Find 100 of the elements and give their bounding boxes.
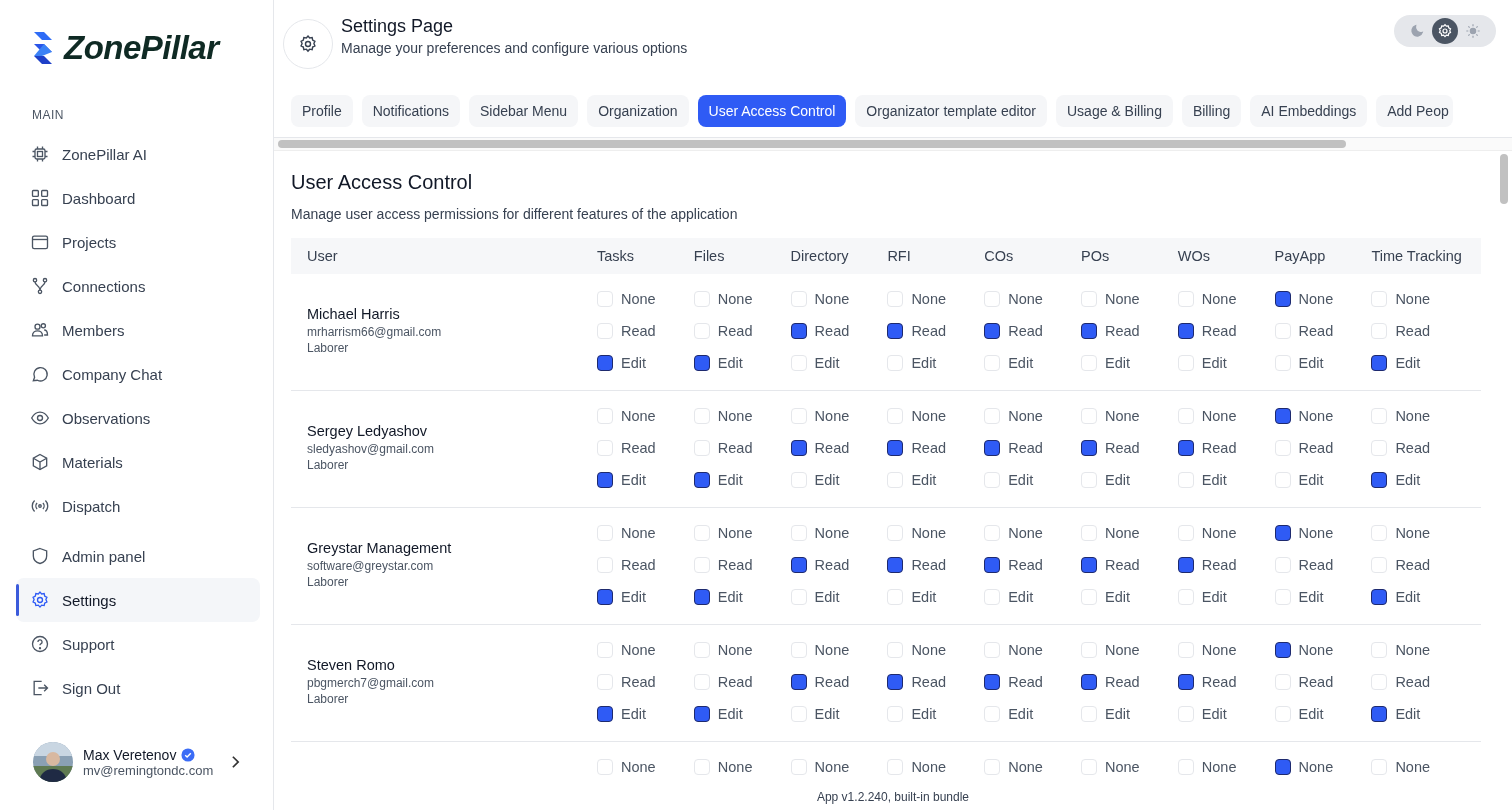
checkbox[interactable] <box>1371 706 1388 722</box>
checkbox[interactable] <box>1081 440 1097 456</box>
chip-icon <box>30 144 50 164</box>
checkbox[interactable] <box>693 706 710 722</box>
option-label: Edit <box>621 472 646 488</box>
column-header: RFI <box>887 248 912 264</box>
checkbox[interactable] <box>693 472 710 488</box>
checkbox[interactable] <box>1371 472 1388 488</box>
tab[interactable]: Sidebar Menu <box>468 95 579 127</box>
option-label: None <box>1105 642 1140 658</box>
option-label: None <box>1298 525 1334 541</box>
checkbox[interactable] <box>1274 291 1291 307</box>
tab[interactable]: Usage & Billing <box>1056 95 1173 127</box>
nav-item[interactable]: Settings <box>16 578 260 622</box>
option-label: Read <box>814 440 850 456</box>
checkbox[interactable] <box>1371 589 1388 605</box>
checkbox[interactable] <box>887 323 904 339</box>
nav-item[interactable]: Observations <box>16 396 260 440</box>
checkbox[interactable] <box>1081 323 1097 339</box>
checkbox[interactable] <box>1274 759 1291 775</box>
nav-item[interactable]: Company Chat <box>16 352 260 396</box>
tab[interactable]: Profile <box>291 95 353 127</box>
user-name: Max Veretenov <box>83 746 177 763</box>
checkbox[interactable] <box>984 440 1001 456</box>
option-label: None <box>1008 291 1043 307</box>
option-label: Read <box>1201 557 1237 573</box>
option-label: Edit <box>1105 706 1130 722</box>
checkbox[interactable] <box>887 674 904 690</box>
checkbox[interactable] <box>597 472 613 488</box>
grid-icon <box>30 188 50 208</box>
settings-mode-button[interactable] <box>1432 18 1458 44</box>
option-label: Read <box>1201 323 1237 339</box>
checkbox[interactable] <box>1081 674 1097 690</box>
scrollbar-thumb[interactable] <box>278 140 1346 148</box>
checkbox[interactable] <box>1274 642 1291 658</box>
checkbox[interactable] <box>1371 355 1388 371</box>
checkbox[interactable] <box>790 674 807 690</box>
checkbox[interactable] <box>1177 674 1194 690</box>
nav-item[interactable]: Support <box>16 622 260 666</box>
tab[interactable]: Organization <box>587 95 689 127</box>
option-label: None <box>717 291 753 307</box>
checkbox[interactable] <box>887 440 904 456</box>
user-email: mv@remingtondc.com <box>83 762 215 778</box>
checkbox[interactable] <box>597 355 613 371</box>
checkbox[interactable] <box>1177 440 1194 456</box>
nav-item[interactable]: Connections <box>16 264 260 308</box>
option-label: Edit <box>621 706 646 722</box>
nav-item[interactable]: Dashboard <box>16 176 260 220</box>
checkbox[interactable] <box>693 589 710 605</box>
nav-item[interactable]: Members <box>16 308 260 352</box>
checkbox[interactable] <box>1274 525 1291 541</box>
option-label: Read <box>911 557 947 573</box>
checkbox[interactable] <box>1274 408 1291 424</box>
column-header: PayApp <box>1274 248 1327 264</box>
checkbox[interactable] <box>1177 557 1194 573</box>
checkbox[interactable] <box>984 674 1001 690</box>
option-label: None <box>1201 291 1237 307</box>
checkbox[interactable] <box>1081 557 1097 573</box>
option-label: Edit <box>1395 589 1421 605</box>
tab[interactable]: Organizator template editor <box>855 95 1047 127</box>
option-label: Read <box>1008 440 1043 456</box>
checkbox[interactable] <box>1177 323 1194 339</box>
checkbox[interactable] <box>597 589 613 605</box>
option-label: None <box>717 759 753 775</box>
tab[interactable]: Notifications <box>361 95 460 127</box>
option-label: Edit <box>1201 706 1227 722</box>
user-name: Michael Harris <box>307 306 401 322</box>
option-label: Edit <box>814 355 840 371</box>
scrollbar-thumb[interactable] <box>1500 154 1508 204</box>
nav-item[interactable]: Admin panel <box>16 534 260 578</box>
option-label: Read <box>911 674 947 690</box>
checkbox[interactable] <box>984 323 1001 339</box>
nav-item[interactable]: ZonePillar AI <box>16 132 260 176</box>
checkbox[interactable] <box>984 557 1001 573</box>
checkbox[interactable] <box>790 557 807 573</box>
option-label: None <box>1395 525 1431 541</box>
option-label: None <box>1201 759 1237 775</box>
nav-item[interactable]: Dispatch <box>16 484 260 528</box>
option-label: Edit <box>1008 589 1034 605</box>
tab[interactable]: Add Peop <box>1376 95 1453 127</box>
settings-icon <box>283 19 333 69</box>
checkbox[interactable] <box>887 557 904 573</box>
column-header: Directory <box>790 248 850 264</box>
checkbox[interactable] <box>597 706 613 722</box>
user-email: sledyashov@gmail.com <box>307 441 435 457</box>
nav-item[interactable]: Materials <box>16 440 260 484</box>
checkbox[interactable] <box>790 323 807 339</box>
option-label: None <box>621 408 656 424</box>
option-label: Read <box>911 323 947 339</box>
tab[interactable]: Billing <box>1181 95 1242 127</box>
checkbox[interactable] <box>693 355 710 371</box>
tab[interactable]: User Access Control <box>697 95 847 127</box>
tab[interactable]: AI Embeddings <box>1250 95 1368 127</box>
column-header: POs <box>1081 248 1111 264</box>
chevron-right-icon[interactable] <box>231 755 240 769</box>
option-label: Edit <box>1008 472 1034 488</box>
nav-item[interactable]: Projects <box>16 220 260 264</box>
checkbox[interactable] <box>790 440 807 456</box>
section-label: MAIN <box>32 108 65 122</box>
nav-item[interactable]: Sign Out <box>16 666 260 710</box>
